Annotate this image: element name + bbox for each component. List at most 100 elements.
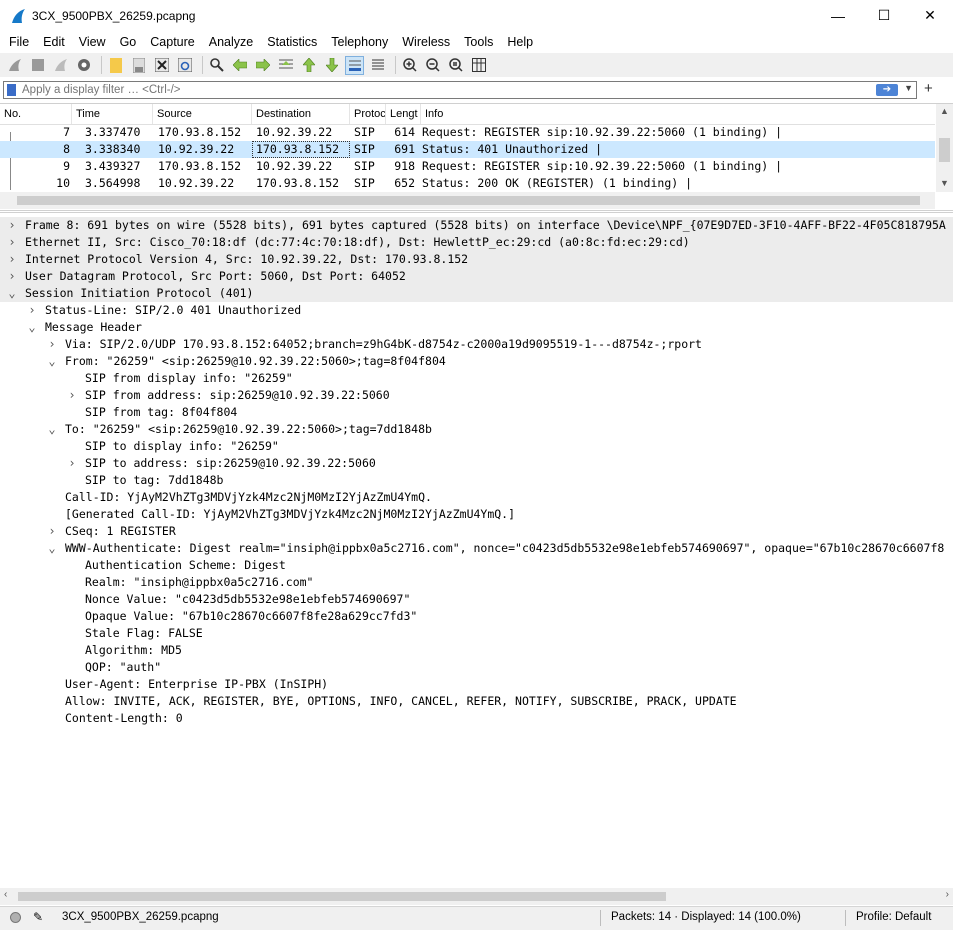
detail-tree-row[interactable]: QOP: "auth" bbox=[0, 659, 953, 676]
go-to-packet-icon[interactable] bbox=[276, 56, 295, 75]
expand-arrow-icon[interactable]: › bbox=[7, 234, 17, 251]
packet-row[interactable]: 10 3.564998 10.92.39.22 170.93.8.152 SIP… bbox=[0, 175, 935, 192]
menu-view[interactable]: View bbox=[72, 35, 113, 49]
menu-help[interactable]: Help bbox=[500, 35, 540, 49]
resize-columns-icon[interactable] bbox=[469, 56, 488, 75]
menu-capture[interactable]: Capture bbox=[143, 35, 201, 49]
column-header-no[interactable]: No. bbox=[0, 104, 72, 124]
reload-file-icon[interactable] bbox=[175, 56, 194, 75]
menu-file[interactable]: File bbox=[0, 35, 36, 49]
packet-list-horizontal-scrollbar[interactable] bbox=[0, 192, 935, 209]
detail-tree-row[interactable]: ⌄ WWW-Authenticate: Digest realm="insiph@… bbox=[0, 540, 953, 557]
menu-edit[interactable]: Edit bbox=[36, 35, 72, 49]
bookmark-icon[interactable] bbox=[7, 84, 16, 96]
go-back-icon[interactable] bbox=[230, 56, 249, 75]
collapse-arrow-icon[interactable]: ⌄ bbox=[7, 285, 17, 302]
expert-info-icon[interactable] bbox=[10, 912, 21, 923]
find-packet-icon[interactable] bbox=[207, 56, 226, 75]
detail-tree-row[interactable]: Allow: INVITE, ACK, REGISTER, BYE, OPTIO… bbox=[0, 693, 953, 710]
detail-tree-row[interactable]: [Generated Call-ID: YjAyM2VhZTg3MDVjYzk4… bbox=[0, 506, 953, 523]
scroll-up-icon[interactable]: ▲ bbox=[940, 106, 949, 116]
open-file-icon[interactable] bbox=[106, 56, 125, 75]
display-filter-input[interactable] bbox=[22, 83, 862, 97]
collapse-arrow-icon[interactable]: ⌄ bbox=[47, 353, 57, 370]
detail-tree-row[interactable]: Call-ID: YjAyM2VhZTg3MDVjYzk4Mzc2NjM0MzI… bbox=[0, 489, 953, 506]
add-filter-button-plus-icon[interactable]: + bbox=[924, 80, 933, 97]
go-forward-icon[interactable] bbox=[253, 56, 272, 75]
stop-capture-icon[interactable] bbox=[28, 56, 47, 75]
detail-tree-row[interactable]: Realm: "insiph@ippbx0a5c2716.com" bbox=[0, 574, 953, 591]
detail-tree-row[interactable]: SIP from display info: "26259" bbox=[0, 370, 953, 387]
detail-tree-row[interactable]: ⌄ Message Header bbox=[0, 319, 953, 336]
menu-go[interactable]: Go bbox=[113, 35, 144, 49]
go-last-icon[interactable] bbox=[322, 56, 341, 75]
zoom-in-icon[interactable] bbox=[400, 56, 419, 75]
menu-analyze[interactable]: Analyze bbox=[202, 35, 260, 49]
detail-tree-row[interactable]: › User Datagram Protocol, Src Port: 5060,… bbox=[0, 268, 953, 285]
expand-arrow-icon[interactable]: › bbox=[7, 268, 17, 285]
detail-tree-row[interactable]: › SIP from address: sip:26259@10.92.39.22… bbox=[0, 387, 953, 404]
scroll-right-icon[interactable]: › bbox=[946, 889, 949, 900]
packet-list-vertical-scrollbar[interactable]: ▲ ▼ bbox=[936, 104, 953, 192]
scrollbar-thumb[interactable] bbox=[18, 892, 666, 901]
detail-tree-row[interactable]: › Frame 8: 691 bytes on wire (5528 bits),… bbox=[0, 217, 953, 234]
autoscroll-icon[interactable] bbox=[345, 55, 364, 75]
scrollbar-thumb[interactable] bbox=[17, 196, 920, 205]
column-header-length[interactable]: Lengt bbox=[386, 104, 421, 124]
status-profile[interactable]: Profile: Default bbox=[856, 911, 931, 923]
capture-comment-icon[interactable]: ✎ bbox=[33, 910, 43, 924]
colorize-icon[interactable] bbox=[368, 56, 387, 75]
expand-arrow-icon[interactable]: › bbox=[47, 523, 57, 540]
column-header-protocol[interactable]: Protoc bbox=[350, 104, 386, 124]
close-button[interactable]: ✕ bbox=[907, 0, 953, 31]
scrollbar-thumb[interactable] bbox=[939, 138, 950, 162]
detail-tree-row[interactable]: SIP to display info: "26259" bbox=[0, 438, 953, 455]
scroll-left-icon[interactable]: ‹ bbox=[4, 889, 7, 900]
detail-tree-row[interactable]: SIP from tag: 8f04f804 bbox=[0, 404, 953, 421]
collapse-arrow-icon[interactable]: ⌄ bbox=[47, 540, 57, 557]
go-first-icon[interactable] bbox=[299, 56, 318, 75]
start-capture-icon[interactable] bbox=[5, 56, 24, 75]
menu-tools[interactable]: Tools bbox=[457, 35, 500, 49]
chevron-down-icon[interactable]: ▼ bbox=[904, 83, 913, 93]
detail-tree-row[interactable]: SIP to tag: 7dd1848b bbox=[0, 472, 953, 489]
detail-tree-row[interactable]: ⌄ Session Initiation Protocol (401) bbox=[0, 285, 953, 302]
collapse-arrow-icon[interactable]: ⌄ bbox=[27, 319, 37, 336]
maximize-button[interactable]: ☐ bbox=[861, 0, 907, 31]
restart-capture-icon[interactable] bbox=[51, 56, 70, 75]
detail-tree-row[interactable]: ⌄ To: "26259" <sip:26259@10.92.39.22:5060… bbox=[0, 421, 953, 438]
normal-size-icon[interactable] bbox=[446, 56, 465, 75]
expand-arrow-icon[interactable]: › bbox=[27, 302, 37, 319]
expand-arrow-icon[interactable]: › bbox=[7, 251, 17, 268]
detail-tree-row[interactable]: › SIP to address: sip:26259@10.92.39.22:5… bbox=[0, 455, 953, 472]
column-header-time[interactable]: Time bbox=[72, 104, 153, 124]
menu-telephony[interactable]: Telephony bbox=[324, 35, 395, 49]
expand-arrow-icon[interactable]: › bbox=[7, 217, 17, 234]
collapse-arrow-icon[interactable]: ⌄ bbox=[47, 421, 57, 438]
detail-tree-row[interactable]: › Ethernet II, Src: Cisco_70:18:df (dc:77… bbox=[0, 234, 953, 251]
detail-tree-row[interactable]: User-Agent: Enterprise IP-PBX (InSIPH) bbox=[0, 676, 953, 693]
packet-row[interactable]: 9 3.439327 170.93.8.152 10.92.39.22 SIP … bbox=[0, 158, 935, 175]
menu-wireless[interactable]: Wireless bbox=[395, 35, 457, 49]
column-header-info[interactable]: Info bbox=[421, 104, 935, 124]
detail-tree-row[interactable]: Content-Length: 0 bbox=[0, 710, 953, 727]
detail-tree-row[interactable]: › CSeq: 1 REGISTER bbox=[0, 523, 953, 540]
detail-tree-row[interactable]: Algorithm: MD5 bbox=[0, 642, 953, 659]
expand-arrow-icon[interactable]: › bbox=[47, 336, 57, 353]
column-header-source[interactable]: Source bbox=[153, 104, 252, 124]
packet-row-selected[interactable]: 8 3.338340 10.92.39.22 170.93.8.152 SIP … bbox=[0, 141, 935, 158]
details-horizontal-scrollbar[interactable]: ‹ › bbox=[0, 888, 953, 905]
column-header-destination[interactable]: Destination bbox=[252, 104, 350, 124]
detail-tree-row[interactable]: Nonce Value: "c0423d5db5532e98e1ebfeb574… bbox=[0, 591, 953, 608]
detail-tree-row[interactable]: › Via: SIP/2.0/UDP 170.93.8.152:64052;bra… bbox=[0, 336, 953, 353]
detail-tree-row[interactable]: Authentication Scheme: Digest bbox=[0, 557, 953, 574]
scroll-down-icon[interactable]: ▼ bbox=[940, 178, 949, 188]
close-file-icon[interactable] bbox=[152, 56, 171, 75]
menu-statistics[interactable]: Statistics bbox=[260, 35, 324, 49]
detail-tree-row[interactable]: Stale Flag: FALSE bbox=[0, 625, 953, 642]
detail-tree-row[interactable]: › Internet Protocol Version 4, Src: 10.92… bbox=[0, 251, 953, 268]
detail-tree-row[interactable]: › Status-Line: SIP/2.0 401 Unauthorized bbox=[0, 302, 953, 319]
detail-tree-row[interactable]: ⌄ From: "26259" <sip:26259@10.92.39.22:50… bbox=[0, 353, 953, 370]
packet-row[interactable]: 7 3.337470 170.93.8.152 10.92.39.22 SIP … bbox=[0, 124, 935, 141]
expand-arrow-icon[interactable]: › bbox=[67, 387, 77, 404]
